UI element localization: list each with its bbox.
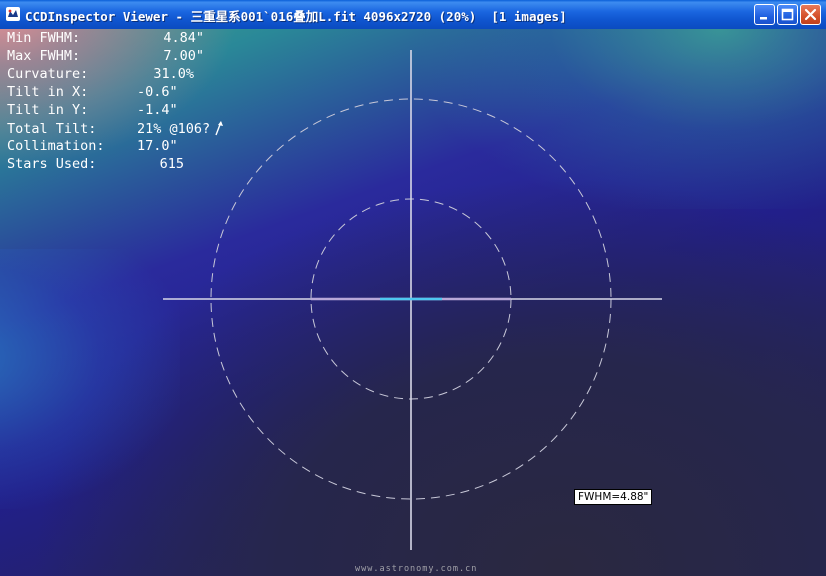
- watermark: www.astronomy.com.cn: [355, 564, 478, 574]
- fwhm-tooltip: FWHM=4.88": [574, 489, 653, 505]
- stats-panel: Min FWHM: 4.84" Max FWHM: 7.00" Curvature:…: [7, 29, 227, 173]
- stat-row-max-fwhm: Max FWHM: 7.00": [7, 48, 204, 64]
- ccdinspector-window: CCDInspector Viewer - 三重星系001`016叠加L.fit…: [0, 0, 826, 576]
- minimize-button[interactable]: [754, 4, 775, 25]
- stat-row-curvature: Curvature: 31.0%: [7, 66, 194, 82]
- stat-row-stars-used: Stars Used: 615: [7, 156, 184, 172]
- title-bar[interactable]: CCDInspector Viewer - 三重星系001`016叠加L.fit…: [0, 0, 826, 30]
- stat-row-tilt-x: Tilt in X: -0.6": [7, 84, 178, 100]
- stat-row-min-fwhm: Min FWHM: 4.84": [7, 30, 204, 46]
- image-view[interactable]: Min FWHM: 4.84" Max FWHM: 7.00" Curvature:…: [0, 29, 826, 576]
- minimize-icon: [760, 17, 767, 20]
- maximize-icon: [781, 8, 794, 21]
- maximize-button[interactable]: [777, 4, 798, 25]
- tilt-arrow-icon: [215, 121, 224, 136]
- close-icon: [804, 8, 817, 21]
- stat-row-collimation: Collimation: 17.0": [7, 138, 178, 154]
- ccd-app-icon: [6, 7, 20, 21]
- stat-row-tilt-y: Tilt in Y: -1.4": [7, 102, 178, 118]
- window-title: CCDInspector Viewer - 三重星系001`016叠加L.fit…: [25, 9, 567, 24]
- stat-row-total-tilt: Total Tilt: 21% @106?: [7, 119, 227, 137]
- close-button[interactable]: [800, 4, 821, 25]
